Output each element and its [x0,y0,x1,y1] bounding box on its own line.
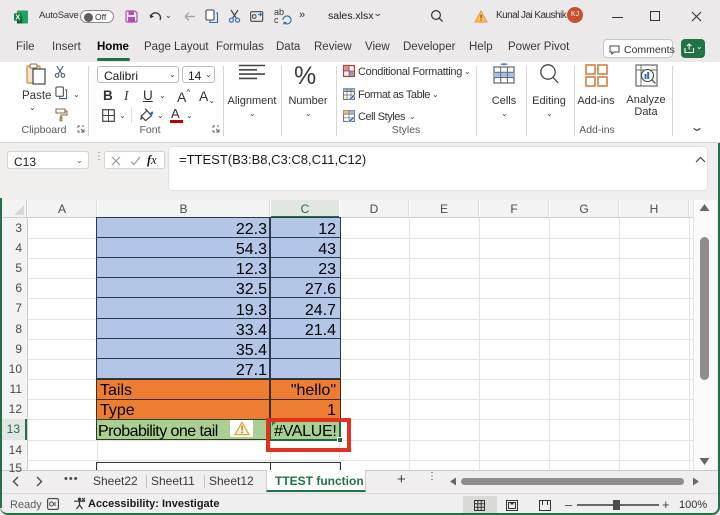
svg-text:X: X [15,13,20,22]
